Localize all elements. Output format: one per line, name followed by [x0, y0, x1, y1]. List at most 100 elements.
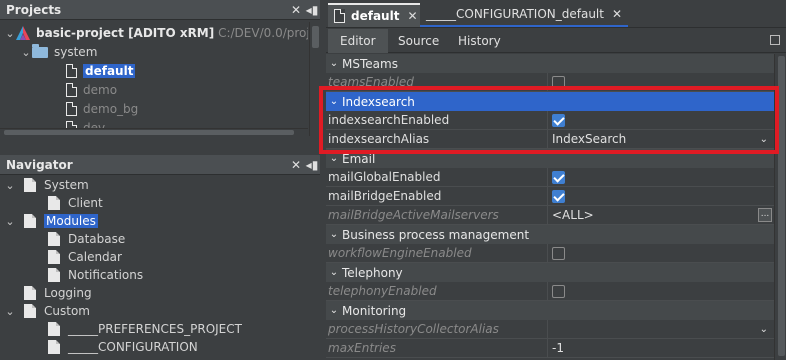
tree-item-default[interactable]: default	[48, 62, 136, 80]
tree-item-basic-project[interactable]: ⌄ basic-project [ADITO xRM] C:/DEV/0.0/p…	[4, 24, 308, 42]
nav-item-label: _____CONFIGURATION	[68, 340, 198, 354]
property-row-indexsearch-enabled: indexsearchEnabled	[326, 111, 774, 130]
tree-item-label: demo	[83, 83, 118, 97]
file-icon	[66, 64, 77, 78]
property-name: indexsearchEnabled	[326, 111, 548, 129]
nav-item-label: Calendar	[68, 250, 122, 264]
nav-item-database[interactable]: Database	[24, 230, 125, 248]
category-business-process-management[interactable]: ⌄ Business process management	[326, 225, 774, 244]
chevron-down-icon[interactable]: ⌄	[4, 27, 16, 40]
adito-logo-icon	[16, 26, 30, 40]
category-email[interactable]: ⌄ Email	[326, 149, 774, 168]
property-name: mailBridgeEnabled	[326, 187, 548, 205]
nav-item-configuration[interactable]: _____CONFIGURATION	[24, 338, 198, 356]
nav-item-custom[interactable]: ⌄ Custom	[4, 302, 90, 320]
mail-global-enabled-checkbox[interactable]	[552, 170, 565, 184]
minimize-icon[interactable]: ◂▮	[304, 1, 320, 19]
chevron-down-icon[interactable]: ⌄	[326, 305, 342, 316]
process-history-collector-alias-select[interactable]: ⌄	[548, 320, 774, 338]
nav-item-label: System	[44, 178, 89, 192]
nav-item-calendar[interactable]: Calendar	[24, 248, 122, 266]
chevron-down-icon[interactable]: ⌄	[326, 153, 342, 164]
nav-item-client[interactable]: Client	[24, 194, 103, 212]
editor-tab-bar: default ✕ _____CONFIGURATION_default ✕	[326, 0, 786, 28]
select-value: IndexSearch	[552, 132, 627, 146]
nav-item-notifications[interactable]: Notifications	[24, 266, 143, 284]
tab-label: default	[351, 9, 400, 23]
nav-item-label: _____PREFERENCES_PROJECT	[68, 322, 242, 336]
tab-editor[interactable]: Editor	[328, 29, 388, 53]
tab-configuration-default[interactable]: _____CONFIGURATION_default ✕	[420, 3, 629, 27]
horizontal-scrollbar[interactable]	[0, 128, 308, 136]
nav-item-system[interactable]: ⌄ System	[4, 176, 89, 194]
nav-item-logging[interactable]: Logging	[4, 284, 92, 302]
tree-item-demo-bg[interactable]: demo_bg	[48, 100, 138, 118]
property-row-mail-global-enabled: mailGlobalEnabled	[326, 168, 774, 187]
category-monitoring[interactable]: ⌄ Monitoring	[326, 301, 774, 320]
chevron-down-icon[interactable]: ⌄	[326, 229, 342, 240]
nav-item-label: Client	[68, 196, 103, 210]
document-icon	[24, 214, 36, 228]
nav-item-modules[interactable]: ⌄ Modules	[4, 212, 98, 230]
tree-item-system[interactable]: ⌄ system	[20, 43, 97, 61]
editor-subtab-bar: Editor Source History	[326, 29, 786, 53]
editor-panel: default ✕ _____CONFIGURATION_default ✕ E…	[326, 0, 786, 360]
close-icon[interactable]: ✕	[407, 9, 417, 23]
tab-history[interactable]: History	[446, 29, 513, 53]
maximize-icon[interactable]	[770, 35, 780, 45]
chevron-down-icon[interactable]: ⌄	[326, 267, 342, 278]
indexsearch-enabled-checkbox[interactable]	[552, 113, 565, 127]
navigator-title: Navigator	[6, 157, 73, 172]
category-indexsearch[interactable]: ⌄ Indexsearch	[326, 92, 774, 111]
workflow-engine-enabled-checkbox[interactable]	[552, 246, 565, 260]
tree-item-demo[interactable]: demo	[48, 81, 117, 99]
property-name: maxEntries	[326, 339, 548, 357]
projects-title: Projects	[6, 2, 62, 17]
chevron-down-icon[interactable]: ⌄	[4, 179, 16, 192]
close-icon[interactable]: ✕	[288, 1, 304, 19]
close-icon[interactable]: ✕	[612, 7, 622, 21]
chevron-down-icon[interactable]: ⌄	[326, 58, 342, 69]
document-icon	[48, 268, 60, 282]
tree-item-label: default	[83, 64, 136, 78]
nav-item-label: Logging	[44, 286, 92, 300]
minimize-icon[interactable]: ◂▮	[304, 156, 320, 174]
vertical-scrollbar[interactable]	[774, 54, 786, 360]
project-label: basic-project [ADITO xRM] C:/DEV/0.0/pro…	[36, 26, 308, 40]
tab-default[interactable]: default ✕	[328, 3, 424, 27]
file-icon	[66, 102, 77, 116]
category-label: Monitoring	[342, 303, 407, 318]
tab-source[interactable]: Source	[386, 29, 451, 53]
vertical-scrollbar[interactable]	[309, 22, 320, 136]
folder-icon	[32, 43, 48, 58]
category-label: Email	[342, 151, 376, 166]
property-row-max-entries: maxEntries -1	[326, 339, 774, 358]
nav-item-label: Database	[68, 232, 126, 246]
teams-enabled-checkbox[interactable]	[552, 75, 565, 89]
property-row-indexsearch-alias: indexsearchAlias IndexSearch ⌄	[326, 130, 774, 149]
property-row-teams-enabled: teamsEnabled	[326, 73, 774, 92]
chevron-down-icon[interactable]: ⌄	[326, 96, 342, 107]
telephony-enabled-checkbox[interactable]	[552, 284, 565, 298]
max-entries-field[interactable]: -1	[548, 339, 774, 357]
ellipsis-button[interactable]: ...	[758, 208, 772, 222]
category-label: Indexsearch	[342, 94, 415, 109]
mail-bridge-active-mailservers-field[interactable]: <ALL> ...	[548, 206, 774, 224]
chevron-down-icon[interactable]: ⌄	[20, 46, 32, 59]
field-value: <ALL>	[552, 208, 594, 222]
property-name: workflowEngineEnabled	[326, 244, 548, 262]
mail-bridge-enabled-checkbox[interactable]	[552, 189, 565, 203]
chevron-down-icon[interactable]: ⌄	[4, 215, 16, 228]
property-name: teamsEnabled	[326, 73, 548, 91]
property-name: mailGlobalEnabled	[326, 168, 548, 186]
indexsearch-alias-select[interactable]: IndexSearch ⌄	[548, 130, 774, 148]
nav-item-preferences-project[interactable]: _____PREFERENCES_PROJECT	[24, 320, 242, 338]
chevron-down-icon[interactable]: ⌄	[4, 305, 16, 318]
chevron-down-icon[interactable]: ⌄	[760, 134, 768, 145]
chevron-down-icon[interactable]: ⌄	[760, 324, 768, 335]
document-icon	[48, 196, 60, 210]
category-msteams[interactable]: ⌄ MSTeams	[326, 54, 774, 73]
close-icon[interactable]: ✕	[288, 156, 304, 174]
category-label: Telephony	[342, 265, 403, 280]
category-telephony[interactable]: ⌄ Telephony	[326, 263, 774, 282]
